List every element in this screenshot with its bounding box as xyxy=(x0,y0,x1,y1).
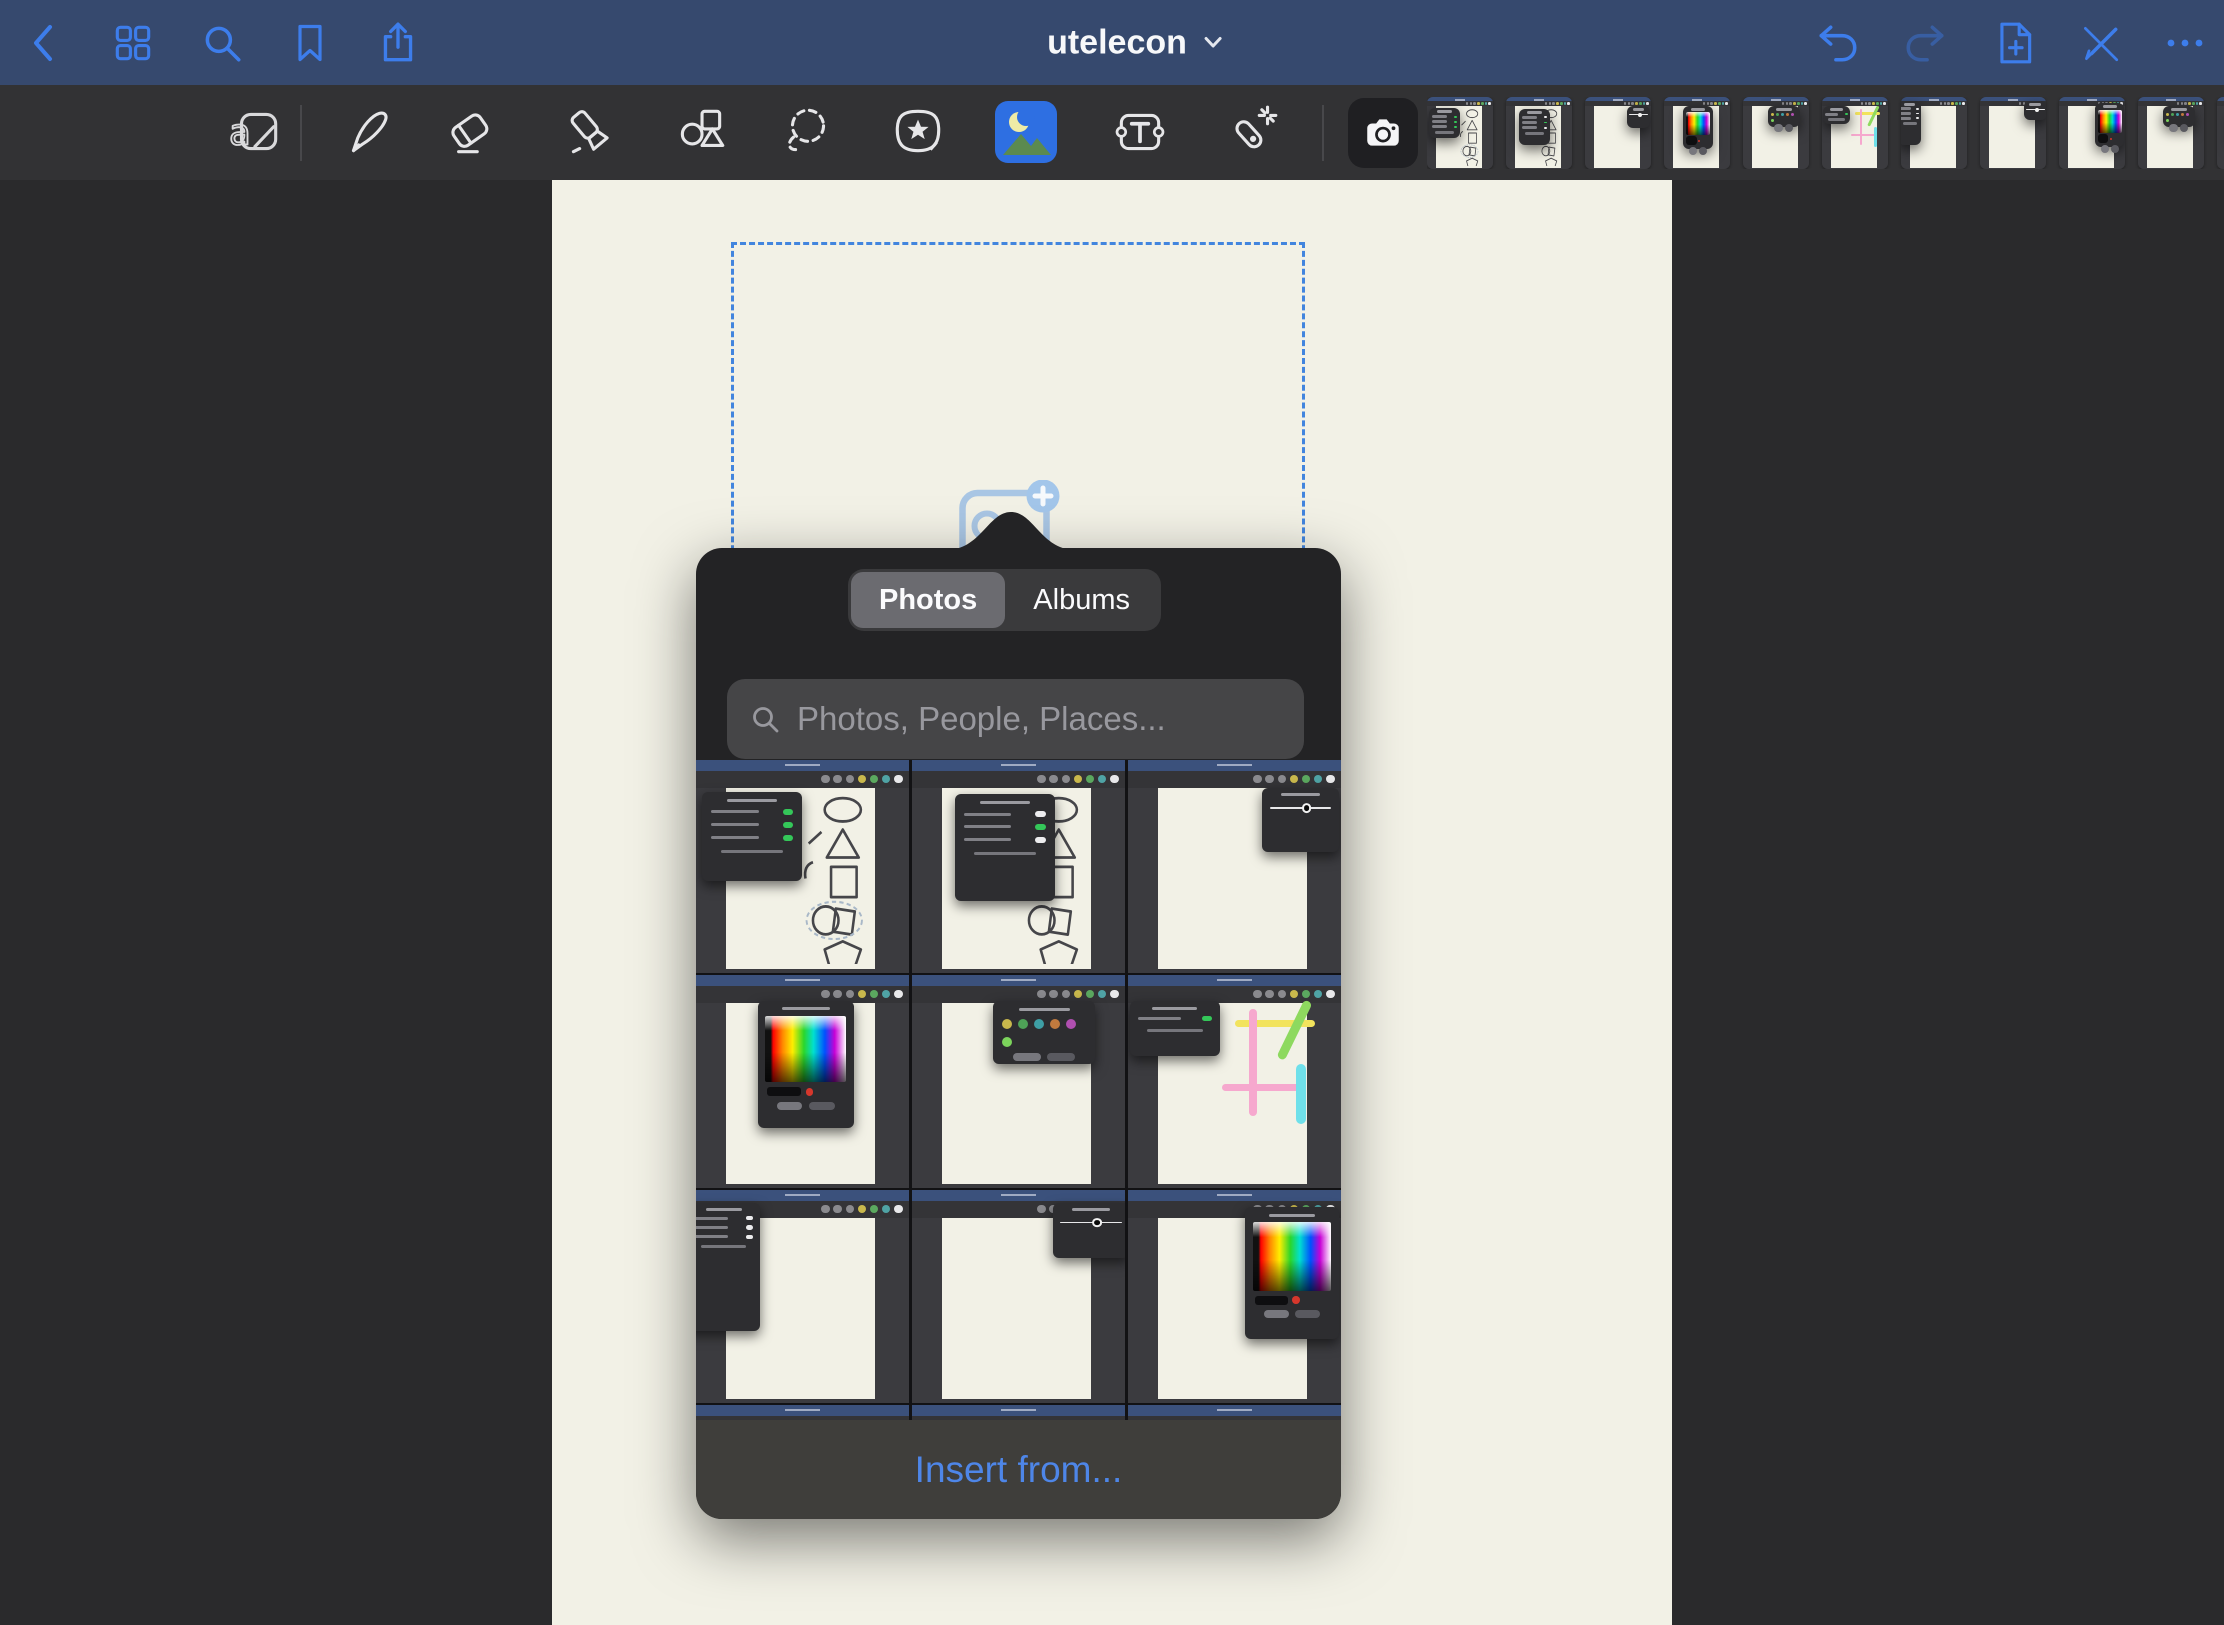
pointer-tool[interactable] xyxy=(1220,100,1284,164)
popup-arrow xyxy=(946,509,1076,550)
pen-off-icon xyxy=(2077,20,2123,66)
photo-search-input[interactable]: Photos, People, Places... xyxy=(727,679,1304,759)
back-button[interactable] xyxy=(17,15,73,71)
undo-icon xyxy=(1815,20,1861,66)
photo-thumbnail[interactable] xyxy=(1128,1190,1341,1403)
svg-text:a: a xyxy=(229,112,251,153)
share-button[interactable] xyxy=(370,15,426,71)
strip-photo-thumbnail[interactable] xyxy=(1506,97,1572,169)
search-button[interactable] xyxy=(194,15,250,71)
photo-thumbnail[interactable] xyxy=(912,975,1125,1188)
photo-thumbnail[interactable] xyxy=(912,1405,1125,1420)
camera-icon xyxy=(1362,112,1404,154)
edit-mode-icon: a xyxy=(227,103,285,161)
pen-tool[interactable] xyxy=(336,100,400,164)
strip-photo-thumbnail[interactable] xyxy=(1980,97,2046,169)
text-icon xyxy=(1111,103,1169,161)
photo-thumbnail[interactable] xyxy=(696,1405,909,1420)
photo-thumbnail[interactable] xyxy=(696,1190,909,1403)
tab-photos[interactable]: Photos xyxy=(851,572,1005,628)
text-tool[interactable] xyxy=(1108,100,1172,164)
toolbar-divider xyxy=(1322,105,1324,161)
undo-button[interactable] xyxy=(1810,15,1866,71)
document-title-button[interactable]: utelecon xyxy=(1047,23,1223,62)
add-page-icon xyxy=(1992,20,2038,66)
toolbar-divider xyxy=(300,105,302,161)
photo-thumbnail[interactable] xyxy=(912,1190,1125,1403)
eraser-tool[interactable] xyxy=(438,100,502,164)
lasso-tool[interactable] xyxy=(776,100,840,164)
share-icon xyxy=(375,20,421,66)
search-placeholder: Photos, People, Places... xyxy=(797,700,1166,738)
image-tool[interactable] xyxy=(994,100,1058,164)
insert-from-label: Insert from... xyxy=(915,1449,1123,1491)
camera-button[interactable] xyxy=(1348,98,1418,168)
strip-photo-thumbnail[interactable] xyxy=(1664,97,1730,169)
redo-button[interactable] xyxy=(1897,15,1953,71)
document-title: utelecon xyxy=(1047,23,1187,62)
photo-thumbnail[interactable] xyxy=(696,760,909,973)
recent-photos-strip xyxy=(1427,97,2224,169)
drawing-toolbar: a xyxy=(0,85,2224,180)
strip-photo-thumbnail[interactable] xyxy=(1427,97,1493,169)
strip-photo-thumbnail[interactable] xyxy=(1743,97,1809,169)
grid-icon xyxy=(110,20,156,66)
image-tool-selected-icon xyxy=(995,101,1057,163)
shapes-icon xyxy=(672,103,730,161)
strip-photo-thumbnail[interactable] xyxy=(1822,97,1888,169)
ellipsis-icon xyxy=(2163,21,2207,65)
photo-thumbnail[interactable] xyxy=(1128,975,1341,1188)
photo-thumbnail[interactable] xyxy=(1128,760,1341,973)
photos-albums-segmented-control: Photos Albums xyxy=(848,569,1161,631)
strip-photo-thumbnail[interactable] xyxy=(2059,97,2125,169)
star-sticker-icon xyxy=(889,103,947,161)
strip-photo-thumbnail[interactable] xyxy=(1585,97,1651,169)
photo-thumbnail[interactable] xyxy=(696,975,909,1188)
strip-photo-thumbnail[interactable] xyxy=(1901,97,1967,169)
eraser-icon xyxy=(441,103,499,161)
pen-icon xyxy=(339,103,397,161)
highlighter-icon xyxy=(561,103,619,161)
photo-grid xyxy=(696,760,1341,1420)
photo-picker-popup: Photos Albums Photos, People, Places... … xyxy=(696,548,1341,1519)
laser-pointer-icon xyxy=(1223,103,1281,161)
top-nav-bar: utelecon xyxy=(0,0,2224,85)
search-icon xyxy=(199,20,245,66)
photo-thumbnail[interactable] xyxy=(1128,1405,1341,1420)
highlighter-tool[interactable] xyxy=(558,100,622,164)
thumbnails-grid-button[interactable] xyxy=(105,15,161,71)
shapes-tool[interactable] xyxy=(669,100,733,164)
more-button[interactable] xyxy=(2157,15,2213,71)
tab-albums[interactable]: Albums xyxy=(1005,572,1158,628)
stop-editing-button[interactable] xyxy=(2072,15,2128,71)
add-page-button[interactable] xyxy=(1987,15,2043,71)
redo-icon xyxy=(1902,20,1948,66)
insert-from-button[interactable]: Insert from... xyxy=(696,1420,1341,1519)
edit-mode-tool[interactable]: a xyxy=(224,100,288,164)
chevron-left-icon xyxy=(23,21,67,65)
bookmark-button[interactable] xyxy=(282,15,338,71)
chevron-down-icon xyxy=(1203,36,1223,50)
search-icon xyxy=(749,703,781,735)
elements-tool[interactable] xyxy=(886,100,950,164)
bookmark-icon xyxy=(288,21,332,65)
lasso-icon xyxy=(779,103,837,161)
strip-photo-thumbnail[interactable] xyxy=(2217,97,2224,169)
photo-thumbnail[interactable] xyxy=(912,760,1125,973)
strip-photo-thumbnail[interactable] xyxy=(2138,97,2204,169)
